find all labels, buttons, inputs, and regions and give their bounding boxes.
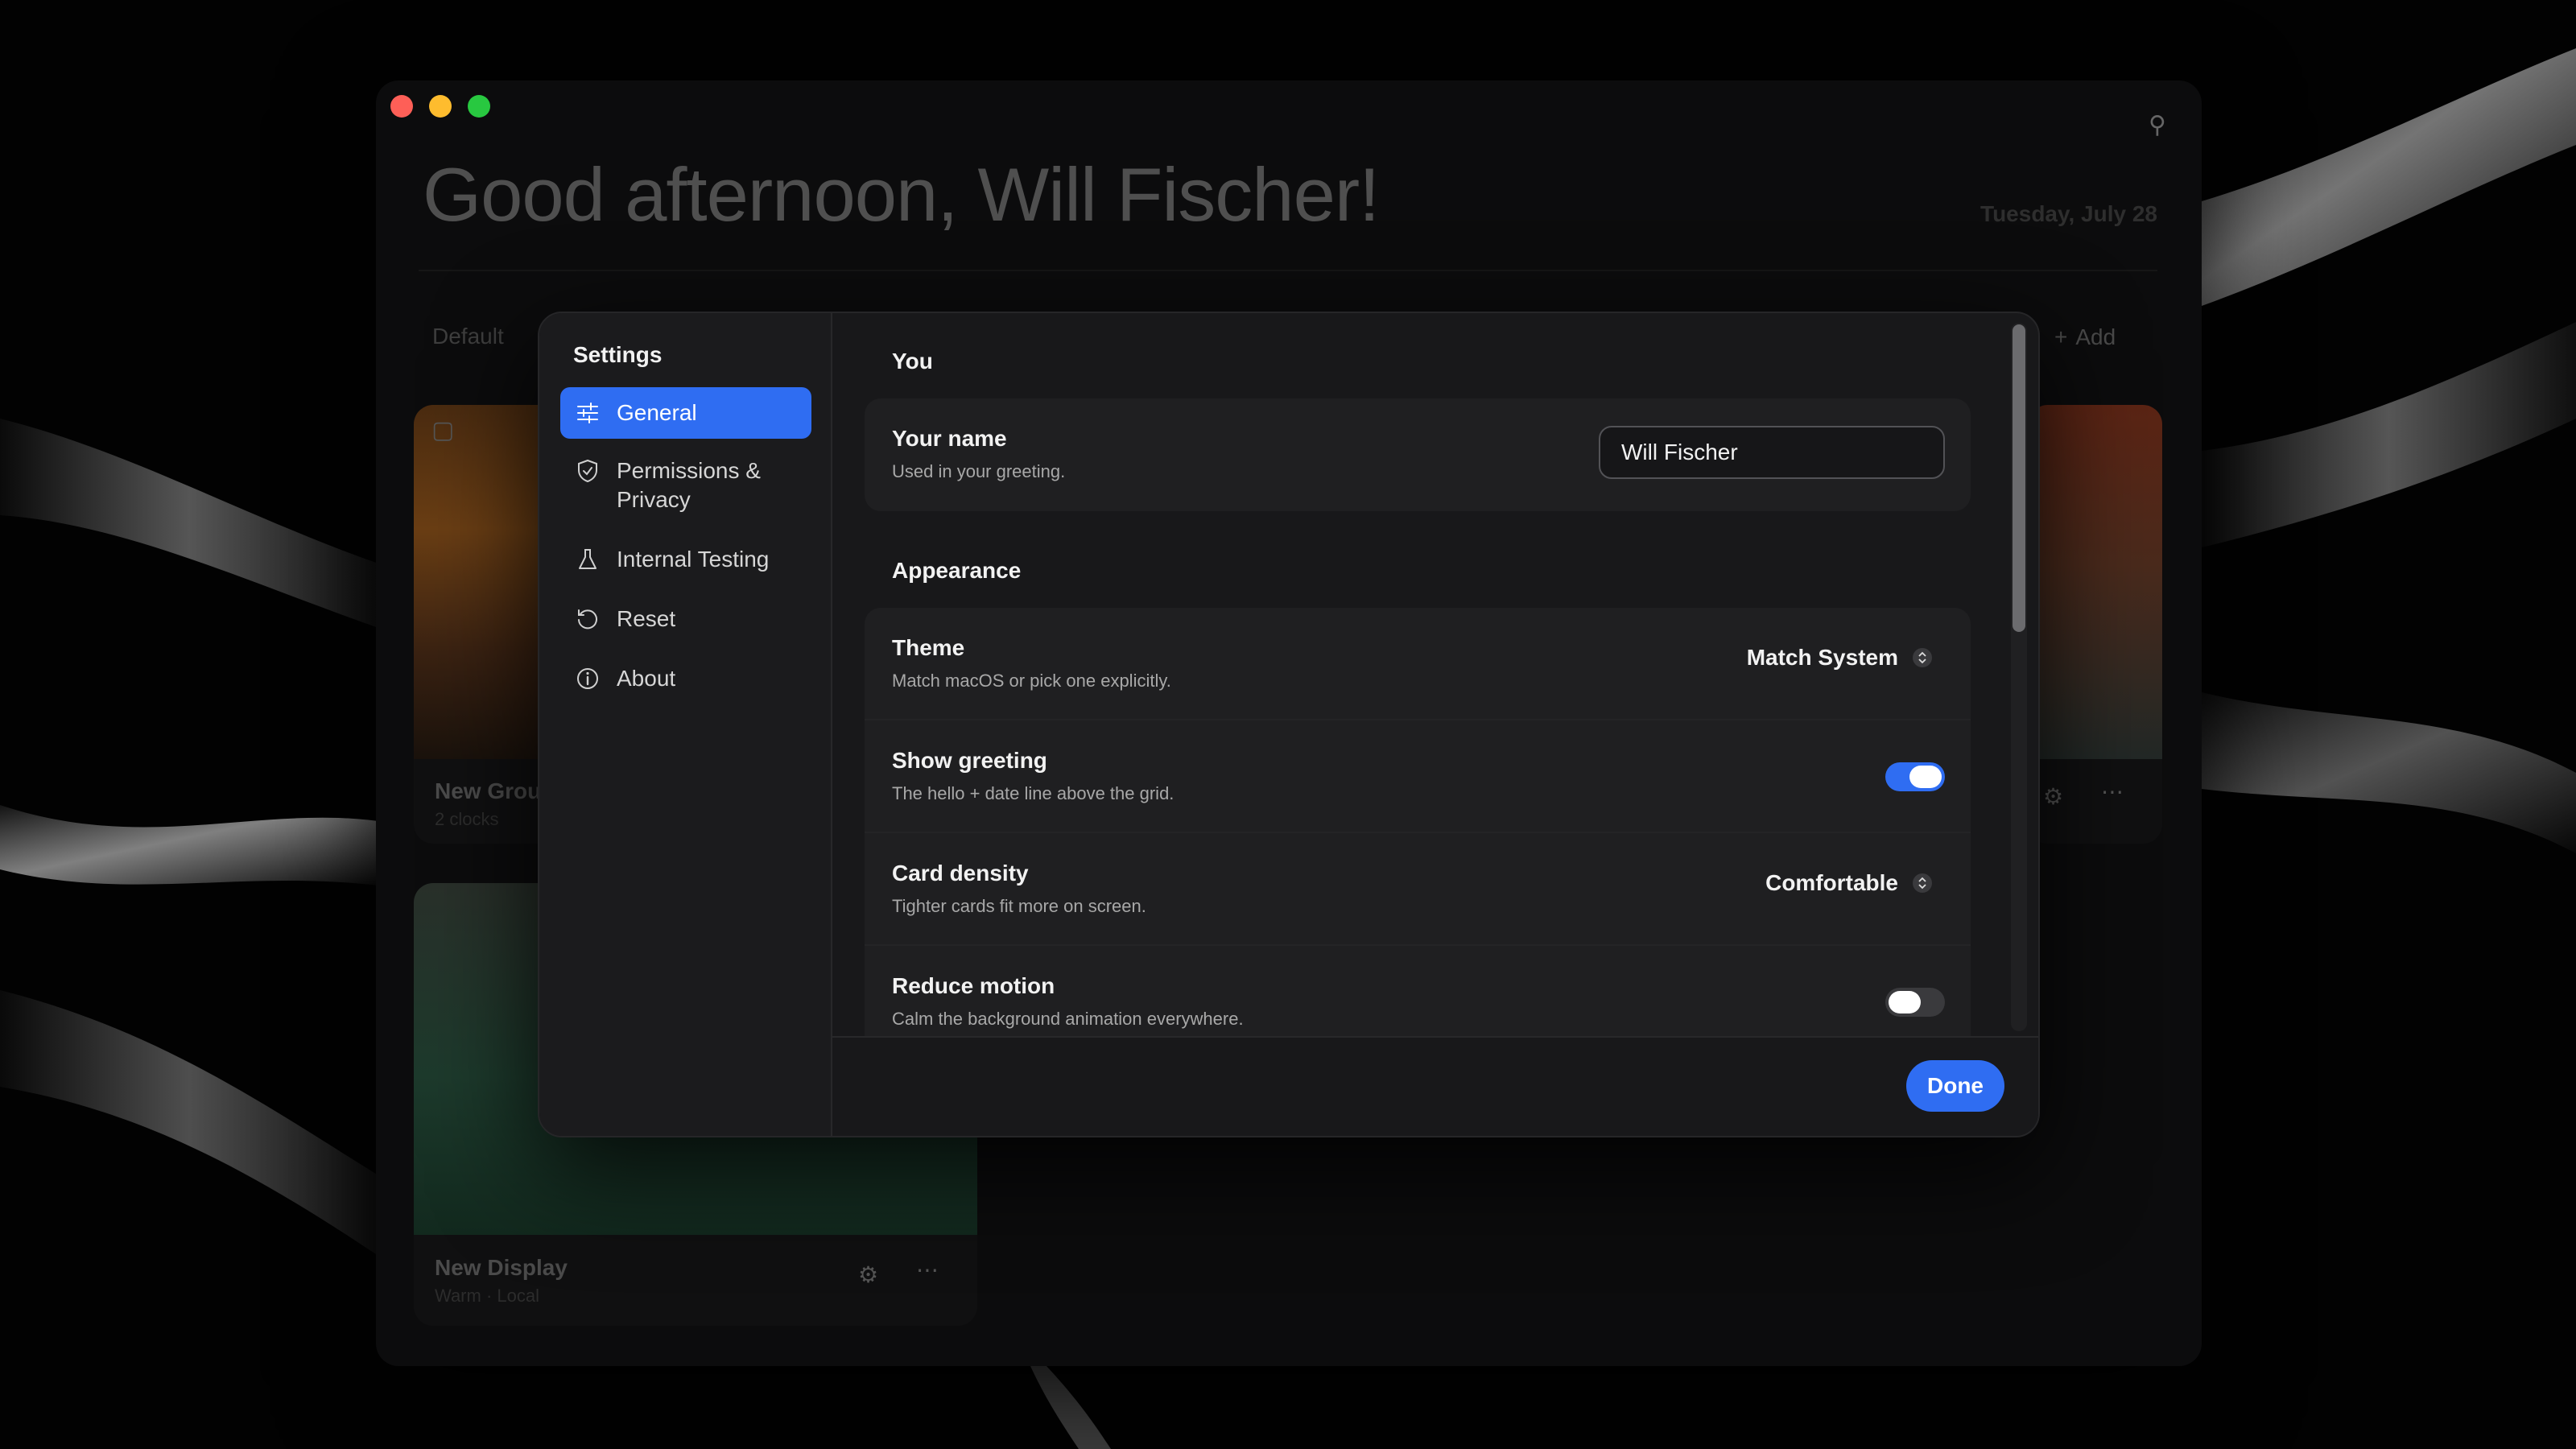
toggle-knob bbox=[1909, 766, 1942, 788]
settings-content: You Your name Used in your greeting. App… bbox=[832, 313, 2038, 1038]
gear-icon[interactable]: ⚙ bbox=[2043, 783, 2063, 810]
nav-item-label: General bbox=[617, 400, 697, 425]
nav-item-label: Permissions & Privacy bbox=[617, 458, 761, 512]
section-heading-appearance: Appearance bbox=[892, 558, 1022, 583]
card-title: New Display bbox=[435, 1255, 568, 1280]
show-greeting-toggle[interactable] bbox=[1885, 762, 1945, 791]
gear-icon[interactable]: ⚙ bbox=[858, 1261, 878, 1288]
row-subtitle: Match macOS or pick one explicitly. bbox=[892, 671, 1171, 691]
folder-icon: ▢ bbox=[431, 417, 455, 444]
done-button[interactable]: Done bbox=[1906, 1060, 2004, 1112]
card-subtitle: Warm · Local bbox=[435, 1286, 539, 1306]
nav-item-label: Reset bbox=[617, 606, 676, 631]
more-icon[interactable]: ⋯ bbox=[2101, 778, 2124, 805]
row-subtitle: Used in your greeting. bbox=[892, 461, 1066, 481]
nav-item-permissions[interactable]: Permissions & Privacy bbox=[560, 444, 811, 527]
card-subtitle: 2 clocks bbox=[435, 809, 499, 829]
clock-card[interactable]: ⚙ ⋯ bbox=[2029, 405, 2162, 844]
setting-row-reduce-motion: Reduce motion Calm the background animat… bbox=[865, 946, 1971, 1038]
more-icon[interactable]: ⋯ bbox=[916, 1257, 939, 1283]
section-heading-you: You bbox=[892, 349, 933, 374]
appearance-group: Theme Match macOS or pick one explicitly… bbox=[865, 608, 1971, 1038]
sliders-icon bbox=[577, 402, 598, 423]
reduce-motion-toggle[interactable] bbox=[1885, 988, 1945, 1017]
row-title: Card density bbox=[892, 861, 1029, 886]
add-button[interactable]: + Add bbox=[2054, 316, 2159, 358]
setting-row-card-density: Card density Tighter cards fit more on s… bbox=[865, 833, 1971, 946]
settings-modal: Settings General Permissions & Privacy I… bbox=[538, 312, 2040, 1137]
info-icon bbox=[577, 668, 598, 689]
card-title: New Grou bbox=[435, 778, 542, 803]
settings-footer: Done bbox=[832, 1036, 2038, 1136]
zoom-window-button[interactable] bbox=[468, 95, 490, 118]
sliders-icon[interactable]: ⚲ bbox=[2141, 109, 2174, 142]
scrollbar-thumb[interactable] bbox=[2013, 324, 2025, 632]
row-title: Show greeting bbox=[892, 748, 1047, 773]
you-group: Your name Used in your greeting. bbox=[865, 398, 1971, 511]
header-divider bbox=[419, 270, 2157, 271]
add-button-label: Add bbox=[2075, 324, 2116, 349]
close-window-button[interactable] bbox=[390, 95, 413, 118]
row-title: Theme bbox=[892, 635, 965, 660]
shield-icon bbox=[578, 459, 597, 483]
theme-select[interactable]: Match System bbox=[1747, 645, 1932, 671]
minimize-window-button[interactable] bbox=[429, 95, 452, 118]
plus-icon: + bbox=[2054, 324, 2068, 349]
settings-nav: General Permissions & Privacy Internal T… bbox=[560, 387, 811, 711]
select-value: Match System bbox=[1746, 645, 1898, 670]
name-input[interactable] bbox=[1599, 426, 1945, 479]
date-label: Tuesday, July 28 bbox=[1980, 201, 2157, 226]
setting-row-theme: Theme Match macOS or pick one explicitly… bbox=[865, 608, 1971, 720]
row-subtitle: The hello + date line above the grid. bbox=[892, 783, 1174, 803]
toggle-knob bbox=[1889, 991, 1921, 1013]
window-controls bbox=[390, 95, 490, 118]
select-value: Comfortable bbox=[1765, 870, 1898, 895]
chevron-updown-icon bbox=[1913, 648, 1932, 667]
chevron-updown-icon bbox=[1913, 873, 1932, 893]
tab-default[interactable]: Default bbox=[432, 324, 504, 349]
settings-sidebar: Settings General Permissions & Privacy I… bbox=[539, 313, 832, 1136]
settings-scrollbar[interactable] bbox=[2011, 323, 2027, 1031]
nav-item-general[interactable]: General bbox=[560, 387, 811, 439]
row-title: Your name bbox=[892, 426, 1007, 451]
nav-item-about[interactable]: About bbox=[560, 651, 811, 706]
row-title: Reduce motion bbox=[892, 973, 1055, 998]
setting-row-show-greeting: Show greeting The hello + date line abov… bbox=[865, 720, 1971, 833]
card-density-select[interactable]: Comfortable bbox=[1765, 870, 1932, 896]
row-subtitle: Tighter cards fit more on screen. bbox=[892, 896, 1146, 916]
setting-row-your-name: Your name Used in your greeting. bbox=[865, 398, 1971, 511]
settings-title: Settings bbox=[573, 342, 663, 367]
reset-icon bbox=[578, 609, 597, 630]
nav-item-label: About bbox=[617, 666, 676, 691]
nav-item-label: Internal Testing bbox=[617, 547, 770, 572]
row-subtitle: Calm the background animation everywhere… bbox=[892, 1009, 1244, 1029]
card-preview bbox=[2029, 405, 2162, 759]
nav-item-reset[interactable]: Reset bbox=[560, 592, 811, 646]
greeting-title: Good afternoon, Will Fischer! bbox=[423, 152, 1380, 237]
flask-icon bbox=[579, 549, 597, 569]
nav-item-internal-testing[interactable]: Internal Testing bbox=[560, 532, 811, 587]
